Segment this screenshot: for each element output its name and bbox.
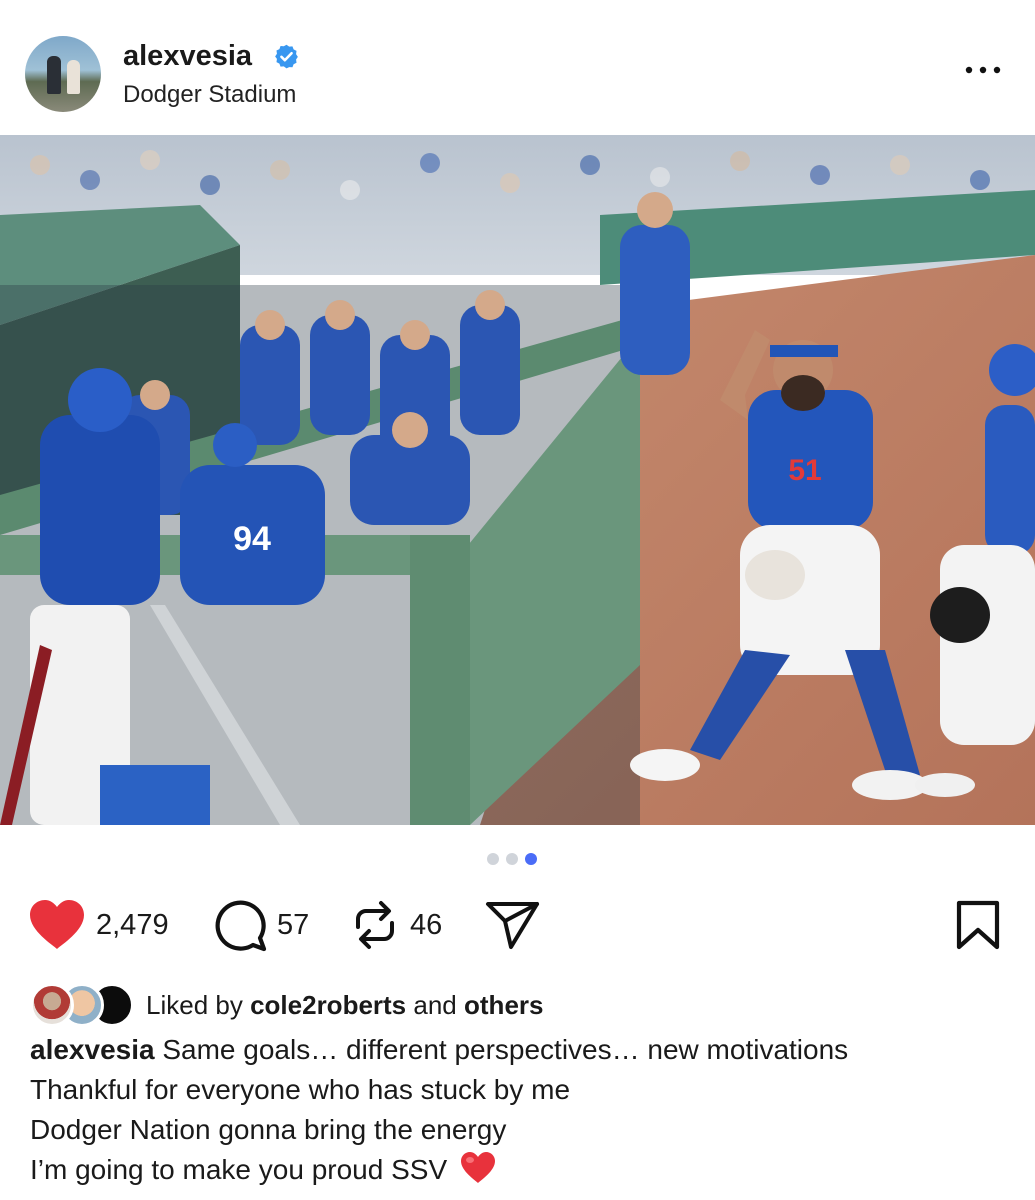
caption-line: Thankful for everyone who has stuck by m… <box>30 1074 571 1105</box>
jersey-number-94: 94 <box>233 520 271 558</box>
liked-by-row[interactable]: Liked by cole2roberts and others <box>30 982 543 1028</box>
post-location[interactable]: Dodger Stadium <box>123 81 296 109</box>
more-icon[interactable] <box>963 60 1003 80</box>
comment-count[interactable]: 57 <box>277 909 309 942</box>
caption-line: alexvesia Same goals… different perspect… <box>30 1030 1020 1070</box>
comment-icon[interactable] <box>213 898 267 952</box>
carousel-dot-active[interactable] <box>525 853 537 865</box>
liked-by-and: and <box>413 989 457 1020</box>
post-photo[interactable]: 94 51 <box>0 135 1035 825</box>
carousel-indicator <box>487 853 537 867</box>
red-heart-emoji-icon <box>460 1152 495 1183</box>
liked-by-user[interactable]: cole2roberts <box>250 990 406 1020</box>
carousel-dot[interactable] <box>506 853 518 865</box>
post-header: alexvesia Dodger Stadium <box>0 0 1035 135</box>
liked-by-text: Liked by cole2roberts and others <box>146 990 543 1021</box>
send-icon[interactable] <box>485 899 541 951</box>
heart-icon[interactable] <box>28 899 86 951</box>
liker-avatar <box>30 983 74 1027</box>
dugout-photo: 94 51 <box>0 135 1035 825</box>
like-button[interactable]: 2,479 <box>28 895 169 955</box>
like-count[interactable]: 2,479 <box>96 909 169 942</box>
liked-by-others[interactable]: others <box>464 990 543 1020</box>
action-bar: 2,479 57 46 <box>0 895 1035 955</box>
username[interactable]: alexvesia <box>123 40 252 73</box>
repost-icon[interactable] <box>350 897 400 953</box>
repost-button[interactable]: 46 <box>350 895 442 955</box>
share-button[interactable] <box>485 895 541 955</box>
caption-username[interactable]: alexvesia <box>30 1034 155 1065</box>
carousel-dot[interactable] <box>487 853 499 865</box>
caption-text: Same goals… different perspectives… new … <box>162 1034 849 1065</box>
avatar[interactable] <box>25 36 101 112</box>
verified-badge-icon <box>275 44 298 69</box>
caption-line: I’m going to make you proud SSV <box>30 1150 1020 1190</box>
bookmark-icon[interactable] <box>955 900 1001 950</box>
liked-by-prefix: Liked by <box>146 989 243 1020</box>
caption-line: Dodger Nation gonna bring the energy <box>30 1114 507 1145</box>
jersey-number-51: 51 <box>788 454 821 487</box>
post-caption: alexvesia Same goals… different perspect… <box>30 1030 1020 1190</box>
repost-count[interactable]: 46 <box>410 909 442 942</box>
comment-button[interactable]: 57 <box>213 895 309 955</box>
caption-text: I’m going to make you proud SSV <box>30 1154 448 1185</box>
